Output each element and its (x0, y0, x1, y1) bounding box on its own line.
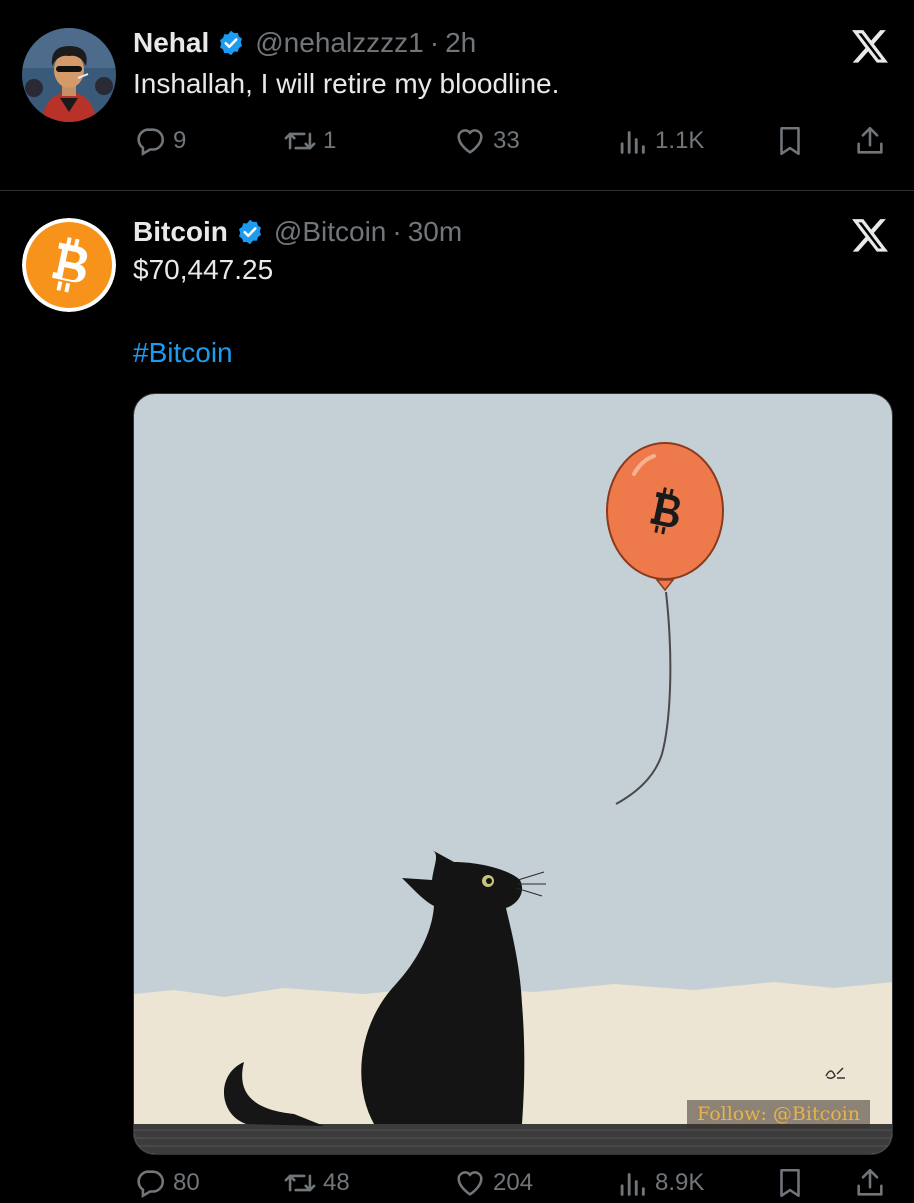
verified-badge-icon (220, 30, 243, 56)
views-icon (620, 131, 645, 154)
reply-count: 80 (173, 1169, 200, 1196)
hashtag-link[interactable]: #Bitcoin (133, 337, 233, 369)
profile-avatar-illustration-icon (22, 28, 116, 122)
retweet-count: 48 (323, 1169, 350, 1196)
retweet-icon (284, 132, 316, 150)
author-handle[interactable]: @Bitcoin (274, 216, 386, 248)
separator: · (392, 216, 402, 247)
like-icon (457, 129, 483, 154)
tweet-text: $70,447.25 (133, 254, 274, 285)
author-name[interactable]: Bitcoin (133, 216, 228, 248)
cat-looking-at-bitcoin-balloon-icon (134, 394, 892, 1154)
retweet-button[interactable]: 1 (283, 121, 336, 161)
share-icon (857, 126, 883, 154)
tweet-bitcoin[interactable]: Bitcoin @Bitcoin · 30m $70,447.25 #Bitco… (0, 191, 914, 1200)
timestamp[interactable]: 2h (445, 27, 476, 59)
bookmark-button[interactable] (773, 1163, 813, 1203)
x-logo-icon[interactable] (850, 26, 890, 66)
tweet-text: Inshallah, I will retire my bloodline. (133, 68, 560, 99)
like-button[interactable]: 33 (453, 121, 520, 161)
reply-icon (137, 128, 165, 157)
timestamp[interactable]: 30m (408, 216, 462, 248)
like-icon (457, 1171, 483, 1196)
bookmark-icon (780, 1168, 800, 1198)
bookmark-button[interactable] (773, 121, 813, 161)
views-button[interactable]: 1.1K (615, 121, 704, 161)
action-bar: 80 48 204 8.9K (133, 1163, 893, 1203)
tweet-header: Nehal @nehalzzzz1 · 2h (133, 23, 476, 63)
action-bar: 9 1 33 1.1K (133, 121, 893, 161)
tweet-header: Bitcoin @Bitcoin · 30m (133, 212, 462, 252)
like-button[interactable]: 204 (453, 1163, 533, 1203)
reply-button[interactable]: 80 (133, 1163, 200, 1203)
x-logo-icon[interactable] (850, 215, 890, 255)
retweet-icon (284, 1174, 316, 1192)
share-button[interactable] (853, 1163, 893, 1203)
separator: · (429, 27, 440, 58)
tweet-nehal[interactable]: Nehal @nehalzzzz1 · 2h Inshallah, I will… (0, 0, 914, 190)
views-button[interactable]: 8.9K (615, 1163, 704, 1203)
reply-button[interactable]: 9 (133, 121, 186, 161)
views-icon (620, 1173, 645, 1196)
bookmark-icon (780, 126, 800, 156)
share-icon (857, 1168, 883, 1196)
tweet-media-image[interactable]: Follow: @Bitcoin (133, 393, 893, 1155)
views-count: 1.1K (655, 127, 705, 154)
watermark-label: Follow: @Bitcoin (687, 1100, 870, 1128)
retweet-button[interactable]: 48 (283, 1163, 350, 1203)
like-count: 204 (493, 1169, 534, 1196)
avatar[interactable] (22, 218, 116, 312)
like-count: 33 (493, 127, 520, 154)
reply-count: 9 (173, 127, 187, 154)
reply-icon (137, 1170, 165, 1199)
share-button[interactable] (853, 121, 893, 161)
retweet-count: 1 (323, 127, 337, 154)
views-count: 8.9K (655, 1169, 705, 1196)
author-name[interactable]: Nehal (133, 27, 209, 59)
verified-badge-icon (238, 219, 261, 245)
bitcoin-logo-icon (22, 218, 116, 312)
avatar[interactable] (22, 28, 116, 122)
author-handle[interactable]: @nehalzzzz1 (255, 27, 424, 59)
